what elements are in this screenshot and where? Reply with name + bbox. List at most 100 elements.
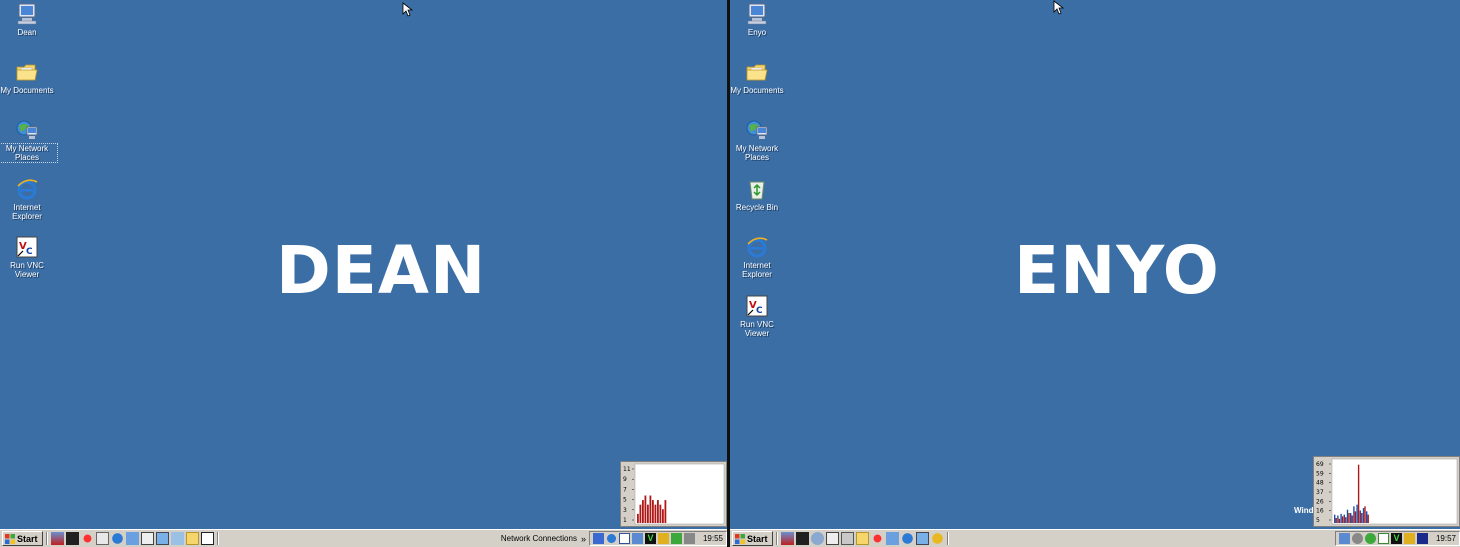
graph-bar: [1361, 513, 1363, 523]
machine-name-label: DEAN: [276, 232, 487, 309]
quick-launch-tools-icon[interactable]: [780, 532, 794, 545]
desktop-icon-computer[interactable]: Enyo: [730, 2, 787, 37]
taskbar: Start V 19:57: [730, 529, 1460, 547]
tray-document-icon[interactable]: [1377, 533, 1389, 544]
start-button[interactable]: Start: [2, 531, 43, 546]
taskbar-clock[interactable]: 19:55: [703, 534, 723, 543]
tray-monitor-icon[interactable]: [1416, 533, 1428, 544]
network-connections-toolbar[interactable]: Network Connections: [501, 534, 577, 543]
quick-launch-star-icon[interactable]: [870, 532, 884, 545]
tray-security-icon[interactable]: [1403, 533, 1415, 544]
taskbar-clock[interactable]: 19:57: [1436, 534, 1456, 543]
desktop-icon-recycle-bin[interactable]: Recycle Bin: [730, 177, 787, 212]
taskbar-separator: [775, 532, 778, 545]
quick-launch-notepad-icon[interactable]: [95, 532, 109, 545]
quick-launch-folder-icon[interactable]: [855, 532, 869, 545]
quick-launch-cmd-icon[interactable]: [795, 532, 809, 545]
graph-tick-label: 37: [1316, 489, 1324, 496]
desktop-icon-label: Enyo: [747, 28, 767, 37]
graph-tick-label: 48: [1316, 480, 1324, 487]
graph-bar: [664, 500, 667, 523]
desktop-icon-label: My Documents: [0, 86, 54, 95]
graph-bar: [1345, 517, 1347, 523]
network-usage-graph: 11 9 7 5 3 1: [620, 461, 727, 527]
desktop-icon-my-network-places[interactable]: My Network Places: [0, 118, 58, 163]
desktop-icon-my-network-places[interactable]: My Network Places: [730, 118, 787, 162]
graph-tick-label: 11: [623, 466, 631, 473]
internet-explorer-icon: [747, 237, 768, 258]
graph-bar: [1350, 513, 1352, 523]
graph-bar: [1340, 513, 1342, 523]
quick-launch-help-icon[interactable]: [930, 532, 944, 545]
tray-speaker-icon[interactable]: [683, 533, 695, 544]
quick-launch-desktop-icon[interactable]: [885, 532, 899, 545]
start-label: Start: [17, 533, 38, 544]
computer-icon: [17, 3, 37, 25]
quick-launch-explorer-icon[interactable]: [155, 532, 169, 545]
quick-launch-tools-icon[interactable]: [50, 532, 64, 545]
quick-launch-link-icon[interactable]: [810, 532, 824, 545]
tray-vnc-icon[interactable]: V: [1390, 533, 1402, 544]
tray-speaker-icon[interactable]: [1351, 533, 1363, 544]
graph-bar: [1351, 515, 1353, 523]
toolbar-chevron[interactable]: »: [581, 534, 586, 544]
windows-flag-icon: [735, 533, 745, 544]
vnc-viewer-icon: V C: [16, 236, 38, 258]
tray-globe-icon[interactable]: [605, 533, 617, 544]
tray-updates-icon[interactable]: [670, 533, 682, 544]
tray-connection-icon[interactable]: [631, 533, 643, 544]
desktop-icon-run-vnc-viewer[interactable]: V C Run VNC Viewer: [730, 294, 787, 338]
graph-bar: [649, 495, 652, 523]
windows-watermark-text: Wind: [1294, 506, 1314, 515]
tray-monitor-icon[interactable]: [618, 533, 630, 544]
network-usage-graph: 69 59 48 37 26 16 5: [1313, 456, 1460, 527]
desktop-icon-internet-explorer[interactable]: Internet Explorer: [0, 177, 57, 221]
graph-tick-label: 69: [1316, 461, 1324, 468]
graph-bar: [1335, 518, 1337, 523]
quick-launch-cmd-icon[interactable]: [65, 532, 79, 545]
system-tray: V 19:57: [1334, 531, 1460, 546]
graph-bar: [654, 504, 657, 523]
graph-tick-label: 59: [1316, 470, 1324, 477]
quick-launch-ie-icon[interactable]: [110, 532, 124, 545]
graph-tick-label: 26: [1316, 498, 1324, 505]
quick-launch-folder-icon[interactable]: [185, 532, 199, 545]
desktop-icon-run-vnc-viewer[interactable]: V C Run VNC Viewer: [0, 235, 57, 279]
folder-icon: [16, 64, 38, 81]
quick-launch-explorer-icon[interactable]: [915, 532, 929, 545]
graph-bar: [1338, 518, 1341, 523]
desktop-icon-label: Dean: [17, 28, 37, 37]
tray-vnc-icon[interactable]: V: [644, 533, 656, 544]
tray-link-icon[interactable]: [1364, 533, 1376, 544]
vnc-viewer-icon: V C: [746, 295, 768, 317]
desktop-icon-label: Recycle Bin: [735, 203, 779, 212]
taskbar-separator: [946, 532, 949, 545]
graph-tick-label: 5: [1316, 517, 1320, 524]
graph-bar: [1346, 509, 1349, 523]
desktop-icon-computer[interactable]: Dean: [0, 2, 57, 37]
tray-network-icon[interactable]: [592, 533, 604, 544]
graph-right-svg: 69 59 48 37 26 16 5: [1316, 458, 1458, 525]
desktop-icon-internet-explorer[interactable]: Internet Explorer: [730, 235, 787, 279]
graph-bar: [1362, 508, 1365, 523]
quick-launch-star-icon[interactable]: [80, 532, 94, 545]
computer-icon: [747, 3, 767, 25]
graph-bar: [1366, 511, 1368, 523]
tray-security-icon[interactable]: [657, 533, 669, 544]
tray-network-icon[interactable]: [1338, 533, 1350, 544]
desktop-icon-my-documents[interactable]: My Documents: [0, 60, 57, 95]
system-tray: V 19:55: [588, 531, 727, 546]
graph-bar: [1348, 513, 1350, 523]
graph-bar: [662, 509, 664, 523]
quick-launch-copy-icon[interactable]: [140, 532, 154, 545]
desktop-icon-my-documents[interactable]: My Documents: [730, 60, 787, 95]
quick-launch-desktop-icon[interactable]: [125, 532, 139, 545]
graph-bar: [647, 504, 649, 523]
quick-launch-ie-icon[interactable]: [900, 532, 914, 545]
start-button[interactable]: Start: [732, 531, 773, 546]
desktop-icon-label: My Network Places: [0, 143, 58, 163]
quick-launch-window-icon[interactable]: [200, 532, 214, 545]
quick-launch-printer-icon[interactable]: [840, 532, 854, 545]
quick-launch-network-icon[interactable]: [170, 532, 184, 545]
quick-launch-copy-icon[interactable]: [825, 532, 839, 545]
